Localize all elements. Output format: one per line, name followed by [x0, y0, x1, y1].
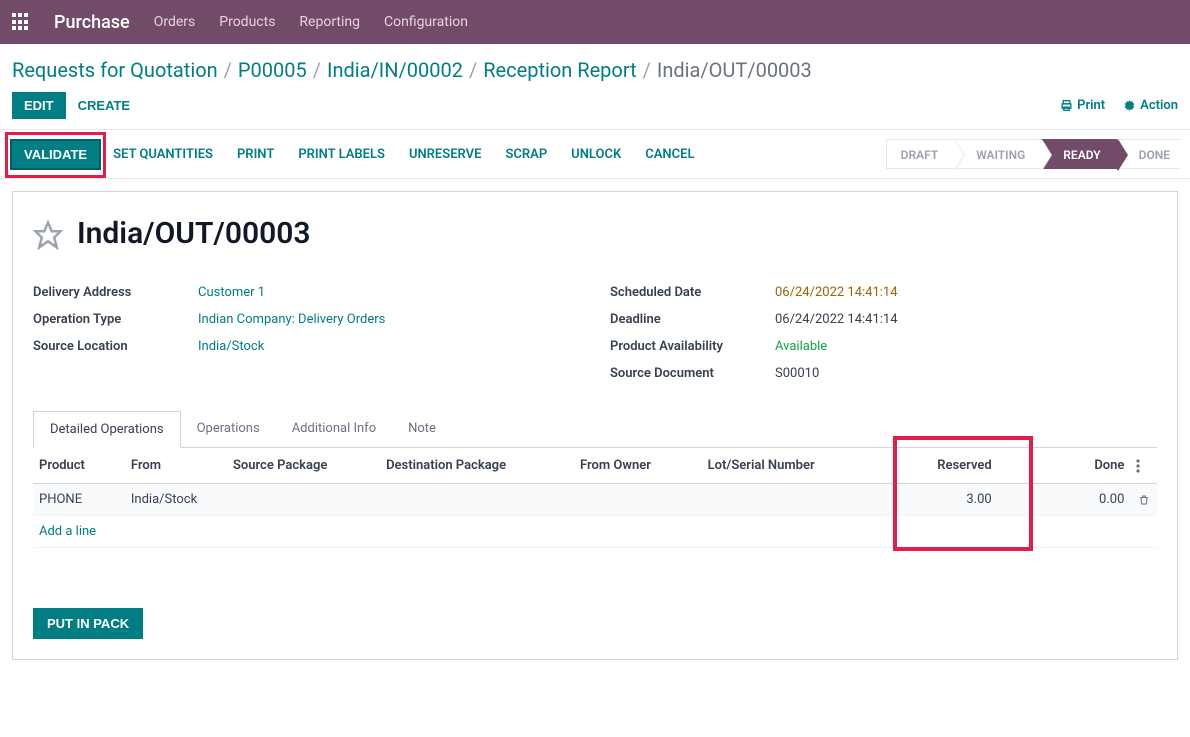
- form-sheet: India/OUT/00003 Delivery Address Custome…: [12, 191, 1178, 660]
- cancel-button[interactable]: CANCEL: [633, 147, 706, 162]
- operations-table: Product From Source Package Destination …: [33, 448, 1157, 548]
- table-row[interactable]: PHONE India/Stock 3.00 0.00: [33, 484, 1157, 516]
- cell-from: India/Stock: [125, 484, 227, 516]
- operation-type-label: Operation Type: [33, 312, 198, 327]
- delivery-address-label: Delivery Address: [33, 285, 198, 300]
- unreserve-button[interactable]: UNRESERVE: [397, 147, 494, 162]
- create-button[interactable]: CREATE: [66, 92, 142, 119]
- scheduled-date-value: 06/24/2022 14:41:14: [775, 285, 898, 300]
- bc-rfq[interactable]: Requests for Quotation: [12, 58, 218, 82]
- cell-from-owner: [574, 484, 702, 516]
- col-product[interactable]: Product: [33, 448, 125, 484]
- bc-reception[interactable]: Reception Report: [483, 58, 636, 82]
- print-label: Print: [1077, 98, 1105, 113]
- tab-additional-info[interactable]: Additional Info: [276, 411, 392, 447]
- cell-product: PHONE: [33, 484, 125, 516]
- print-button[interactable]: PRINT: [225, 147, 286, 162]
- col-done[interactable]: Done: [998, 448, 1131, 484]
- gear-icon: [1123, 99, 1136, 112]
- action-label: Action: [1140, 98, 1178, 113]
- apps-icon[interactable]: [12, 13, 30, 31]
- statusbar: VALIDATE SET QUANTITIES PRINT PRINT LABE…: [0, 129, 1190, 179]
- source-location-value[interactable]: India/Stock: [198, 339, 264, 354]
- cell-reserved: 3.00: [906, 484, 998, 516]
- status-draft[interactable]: DRAFT: [886, 139, 955, 169]
- col-options[interactable]: [1130, 448, 1157, 484]
- priority-star-icon[interactable]: [33, 217, 63, 251]
- print-labels-button[interactable]: PRINT LABELS: [286, 147, 397, 162]
- status-ready[interactable]: READY: [1041, 139, 1116, 169]
- col-reserved[interactable]: Reserved: [906, 448, 998, 484]
- action-dropdown[interactable]: Action: [1123, 98, 1178, 113]
- nav-products[interactable]: Products: [219, 14, 275, 30]
- col-lot-serial[interactable]: Lot/Serial Number: [702, 448, 906, 484]
- action-row: EDIT CREATE Print Action: [0, 90, 1190, 129]
- breadcrumb: Requests for Quotation / P00005 / India/…: [0, 44, 1190, 90]
- add-line-row: Add a line: [33, 516, 1157, 548]
- print-icon: [1060, 99, 1073, 112]
- validate-button[interactable]: VALIDATE: [10, 139, 101, 170]
- nav-orders[interactable]: Orders: [154, 14, 196, 30]
- delivery-address-value[interactable]: Customer 1: [198, 285, 265, 300]
- edit-button[interactable]: EDIT: [12, 92, 66, 119]
- tabs: Detailed Operations Operations Additiona…: [33, 411, 1157, 448]
- scrap-button[interactable]: SCRAP: [493, 147, 559, 162]
- add-line-button[interactable]: Add a line: [39, 524, 96, 539]
- unlock-button[interactable]: UNLOCK: [559, 147, 633, 162]
- status-waiting[interactable]: WAITING: [954, 139, 1041, 169]
- tab-operations[interactable]: Operations: [181, 411, 276, 447]
- status-arrows: DRAFT WAITING READY DONE: [886, 130, 1180, 178]
- deadline-label: Deadline: [610, 312, 775, 327]
- col-from[interactable]: From: [125, 448, 227, 484]
- nav-reporting[interactable]: Reporting: [299, 14, 360, 30]
- top-nav: Purchase Orders Products Reporting Confi…: [0, 0, 1190, 44]
- nav-configuration[interactable]: Configuration: [384, 14, 468, 30]
- source-location-label: Source Location: [33, 339, 198, 354]
- source-document-label: Source Document: [610, 366, 775, 381]
- tab-note[interactable]: Note: [392, 411, 452, 447]
- col-source-package[interactable]: Source Package: [227, 448, 380, 484]
- cell-lot-serial: [702, 484, 906, 516]
- col-from-owner[interactable]: From Owner: [574, 448, 702, 484]
- cell-source-package: [227, 484, 380, 516]
- bc-current: India/OUT/00003: [657, 58, 812, 82]
- tab-detailed-operations[interactable]: Detailed Operations: [33, 411, 181, 448]
- put-in-pack-button[interactable]: PUT IN PACK: [33, 608, 143, 639]
- product-availability-label: Product Availability: [610, 339, 775, 354]
- set-quantities-button[interactable]: SET QUANTITIES: [101, 147, 225, 162]
- product-availability-value: Available: [775, 339, 827, 354]
- operation-type-value[interactable]: Indian Company: Delivery Orders: [198, 312, 385, 327]
- app-title[interactable]: Purchase: [54, 12, 130, 33]
- cell-destination-package: [380, 484, 574, 516]
- record-title: India/OUT/00003: [77, 216, 311, 251]
- trash-icon: [1138, 493, 1150, 507]
- bc-p00005[interactable]: P00005: [238, 58, 307, 82]
- source-document-value: S00010: [775, 366, 819, 381]
- left-column: Delivery Address Customer 1 Operation Ty…: [33, 279, 580, 387]
- print-dropdown[interactable]: Print: [1060, 98, 1105, 113]
- scheduled-date-label: Scheduled Date: [610, 285, 775, 300]
- delete-row-button[interactable]: [1138, 492, 1150, 507]
- col-destination-package[interactable]: Destination Package: [380, 448, 574, 484]
- bc-in00002[interactable]: India/IN/00002: [327, 58, 463, 82]
- right-column: Scheduled Date 06/24/2022 14:41:14 Deadl…: [610, 279, 1157, 387]
- deadline-value: 06/24/2022 14:41:14: [775, 312, 898, 327]
- cell-done: 0.00: [998, 484, 1131, 516]
- kebab-icon: [1136, 459, 1140, 473]
